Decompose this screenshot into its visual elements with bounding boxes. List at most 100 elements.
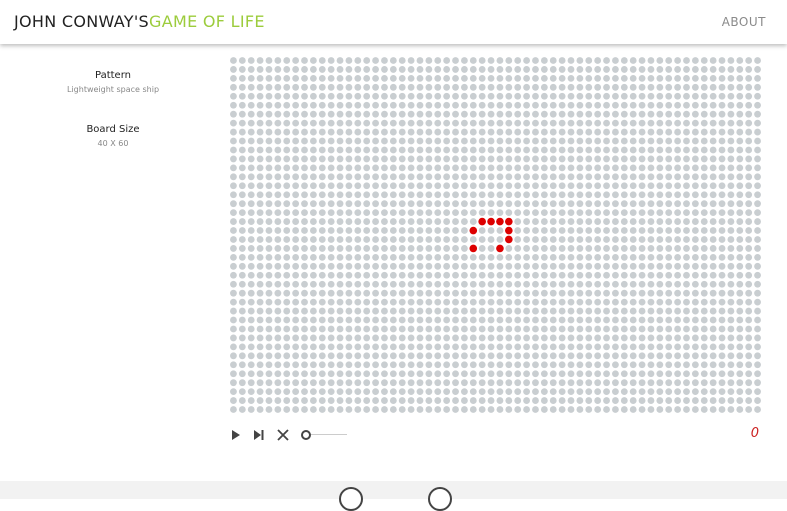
board-cell[interactable]: [372, 155, 379, 163]
board-cell[interactable]: [496, 406, 504, 413]
board-cell[interactable]: [434, 101, 442, 109]
board-cell[interactable]: [398, 92, 406, 100]
board-cell[interactable]: [629, 137, 637, 145]
board-cell[interactable]: [461, 262, 468, 270]
board-cell[interactable]: [683, 66, 690, 73]
board-cell[interactable]: [567, 334, 575, 342]
board-cell[interactable]: [558, 137, 566, 145]
board-cell[interactable]: [434, 298, 442, 306]
board-cell[interactable]: [247, 298, 255, 306]
board-cell[interactable]: [389, 209, 397, 217]
board-cell[interactable]: [354, 316, 362, 324]
board-cell[interactable]: [514, 262, 522, 270]
board-cell[interactable]: [283, 74, 291, 82]
board-cell[interactable]: [363, 110, 371, 118]
board-cell[interactable]: [620, 262, 628, 270]
board-cell[interactable]: [674, 280, 682, 288]
board-cell[interactable]: [727, 182, 735, 190]
board-cell[interactable]: [540, 209, 548, 217]
board-cell[interactable]: [700, 307, 708, 315]
board-cell[interactable]: [238, 137, 246, 145]
board-cell[interactable]: [398, 128, 406, 136]
board-cell[interactable]: [727, 119, 735, 127]
board-cell[interactable]: [309, 280, 317, 288]
board-cell[interactable]: [283, 110, 291, 118]
board-cell[interactable]: [603, 128, 610, 136]
board-cell[interactable]: [238, 182, 246, 190]
board-cell[interactable]: [238, 155, 246, 163]
board-cell[interactable]: [283, 137, 291, 145]
board-cell[interactable]: [665, 137, 673, 145]
board-cell[interactable]: [381, 397, 388, 404]
board-cell[interactable]: [532, 182, 539, 190]
board-cell[interactable]: [540, 155, 548, 163]
board-cell[interactable]: [540, 397, 548, 404]
board-cell[interactable]: [567, 316, 575, 324]
board-cell[interactable]: [452, 352, 459, 360]
board-cell[interactable]: [434, 236, 442, 243]
board-cell[interactable]: [674, 343, 682, 351]
board-cell[interactable]: [656, 182, 664, 190]
board-cell[interactable]: [532, 83, 539, 91]
board-cell[interactable]: [416, 343, 424, 351]
board-cell[interactable]: [327, 137, 335, 145]
board-cell[interactable]: [612, 83, 619, 91]
board-cell[interactable]: [638, 361, 646, 369]
board-cell[interactable]: [691, 352, 699, 360]
board-cell[interactable]: [638, 352, 646, 360]
board-cell[interactable]: [496, 128, 504, 136]
board-cell[interactable]: [754, 334, 761, 342]
board-cell[interactable]: [736, 119, 744, 127]
board-cell[interactable]: [425, 352, 433, 360]
board-cell[interactable]: [754, 66, 761, 73]
board-cell[interactable]: [700, 110, 708, 118]
board-cell[interactable]: [478, 92, 486, 100]
board-cell[interactable]: [754, 155, 761, 163]
board-cell[interactable]: [594, 236, 602, 243]
board-cell[interactable]: [612, 101, 619, 109]
board-cell[interactable]: [736, 325, 744, 333]
board-cell[interactable]: [372, 343, 379, 351]
board-cell[interactable]: [576, 101, 584, 109]
board-cell[interactable]: [638, 227, 646, 234]
board-cell[interactable]: [336, 173, 344, 181]
board-cell[interactable]: [469, 155, 477, 163]
board-cell[interactable]: [585, 245, 593, 252]
board-cell[interactable]: [318, 236, 326, 243]
board-cell[interactable]: [345, 209, 353, 217]
board-cell[interactable]: [274, 262, 282, 270]
board-cell[interactable]: [363, 361, 371, 369]
board-cell[interactable]: [398, 119, 406, 127]
board-cell[interactable]: [292, 173, 300, 181]
board-cell[interactable]: [567, 191, 575, 199]
board-cell[interactable]: [292, 307, 300, 315]
board-cell[interactable]: [345, 271, 353, 279]
board-cell[interactable]: [594, 173, 602, 181]
board-cell[interactable]: [576, 361, 584, 369]
board-cell[interactable]: [683, 83, 690, 91]
board-cell[interactable]: [576, 200, 584, 208]
board-cell[interactable]: [247, 271, 255, 279]
board-cell[interactable]: [505, 191, 513, 199]
board-cell[interactable]: [532, 289, 539, 297]
board-cell[interactable]: [469, 352, 477, 360]
board-cell[interactable]: [434, 343, 442, 351]
board-cell[interactable]: [718, 74, 726, 82]
board-cell[interactable]: [532, 253, 539, 261]
board-cell[interactable]: [629, 146, 637, 154]
board-cell[interactable]: [478, 119, 486, 127]
board-cell[interactable]: [256, 209, 264, 217]
board-cell[interactable]: [487, 83, 495, 91]
board-cell[interactable]: [532, 128, 539, 136]
board-cell[interactable]: [443, 343, 451, 351]
board-cell[interactable]: [718, 397, 726, 404]
board-cell[interactable]: [612, 66, 619, 73]
board-cell[interactable]: [487, 325, 495, 333]
board-cell[interactable]: [603, 236, 610, 243]
board-cell[interactable]: [647, 298, 655, 306]
board-cell[interactable]: [389, 83, 397, 91]
board-cell[interactable]: [301, 289, 308, 297]
board-cell[interactable]: [318, 325, 326, 333]
board-cell[interactable]: [514, 316, 522, 324]
board-cell[interactable]: [727, 397, 735, 404]
